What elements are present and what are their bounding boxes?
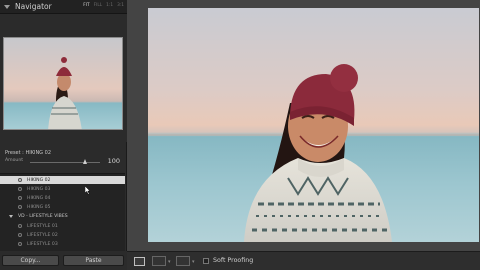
left-panel: Navigator FIT FILL 1:1 3:1 Preset: HIKI…: [0, 0, 127, 270]
navigator-header[interactable]: Navigator FIT FILL 1:1 3:1: [0, 0, 127, 14]
list-item-preset[interactable]: HIKING 02: [0, 176, 125, 184]
chevron-down-icon[interactable]: ▾: [192, 259, 195, 265]
zoom-options: FIT FILL 1:1 3:1: [83, 3, 124, 8]
main-photo[interactable]: [148, 8, 479, 242]
amount-slider-handle[interactable]: [82, 159, 87, 164]
preset-label: LIFESTYLE 01: [27, 223, 58, 229]
photo-image: [148, 8, 479, 242]
list-item-preset[interactable]: HIKING 05: [0, 203, 125, 211]
loupe-view-button[interactable]: [134, 257, 145, 266]
preset-list: HIKING 02 HIKING 03 HIKING 04 HIKING 05 …: [0, 173, 125, 251]
amount-slider-row: Amount 100: [5, 157, 123, 166]
preset-label: HIKING 04: [27, 195, 51, 201]
before-after-button[interactable]: [176, 256, 190, 266]
navigator-photo-image: [4, 38, 122, 129]
amount-label: Amount: [5, 158, 24, 163]
preset-icon: [18, 205, 22, 209]
navigator-preview-area: [0, 14, 127, 142]
list-item-preset[interactable]: HIKING 04: [0, 194, 125, 202]
soft-proofing-label: Soft Proofing: [213, 257, 254, 264]
amount-slider-track[interactable]: [30, 162, 100, 163]
list-item-preset[interactable]: HIKING 03: [0, 185, 125, 193]
list-item-preset[interactable]: LIFESTYLE 02: [0, 231, 125, 239]
preset-icon: [18, 233, 22, 237]
compare-view-button[interactable]: [152, 256, 166, 266]
expand-triangle-icon[interactable]: [9, 214, 13, 218]
list-item-preset[interactable]: LIFESTYLE 03: [0, 240, 125, 248]
preset-icon: [18, 242, 22, 246]
preset-icon: [18, 196, 22, 200]
collapse-triangle-icon[interactable]: [4, 4, 10, 9]
preset-icon: [18, 187, 22, 191]
zoom-fit[interactable]: FIT: [83, 3, 89, 8]
list-item-preset[interactable]: LIFESTYLE 01: [0, 222, 125, 230]
group-label: VD - LIFESTYLE VIBES: [18, 213, 68, 219]
preset-icon: [18, 224, 22, 228]
loupe-view: [127, 0, 480, 251]
navigator-thumbnail[interactable]: [3, 37, 123, 130]
preset-icon: [18, 178, 22, 182]
paste-button[interactable]: Paste: [63, 255, 124, 266]
amount-value[interactable]: 100: [108, 157, 120, 165]
preset-label: LIFESTYLE 02: [27, 232, 58, 238]
soft-proofing-checkbox[interactable]: [203, 258, 209, 264]
copy-button[interactable]: Copy...: [2, 255, 59, 266]
preset-label: HIKING 05: [27, 204, 51, 210]
preset-group-header[interactable]: VD - LIFESTYLE VIBES: [0, 212, 125, 220]
zoom-1-1[interactable]: 1:1: [106, 3, 113, 8]
navigator-title: Navigator: [15, 2, 52, 11]
preset-label: HIKING 02: [27, 177, 51, 183]
chevron-down-icon[interactable]: ▾: [168, 259, 171, 265]
preset-label: LIFESTYLE 03: [27, 241, 58, 247]
mouse-pointer-icon: [85, 186, 91, 195]
preset-name-label: Preset : HIKING 02: [5, 150, 52, 156]
bottom-toolbar: ▾ ▾ Soft Proofing: [127, 251, 480, 270]
zoom-fill[interactable]: FILL: [94, 3, 103, 8]
copy-paste-bar: Copy... Paste: [0, 251, 127, 270]
preset-label: HIKING 03: [27, 186, 51, 192]
zoom-3-1[interactable]: 3:1: [117, 3, 124, 8]
